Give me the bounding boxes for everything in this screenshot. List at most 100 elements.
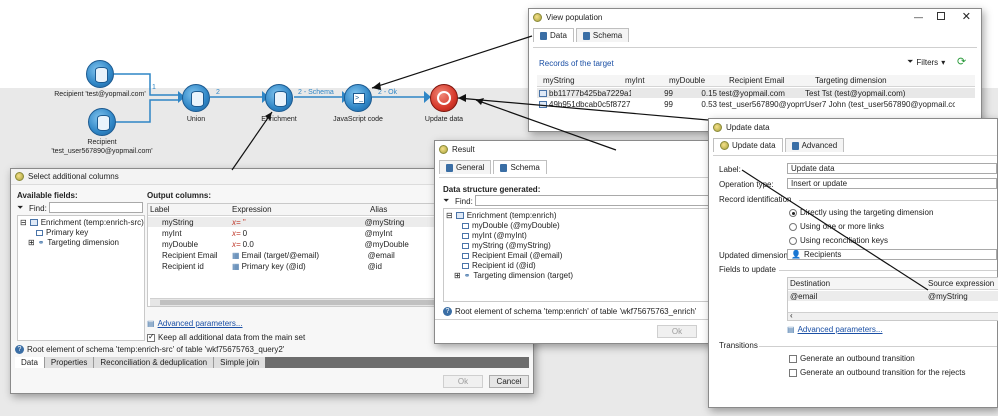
update-data-node[interactable] [430, 84, 458, 112]
cell-label: myString [162, 217, 194, 227]
keep-data-checkbox[interactable]: Keep all additional data from the main s… [147, 332, 306, 342]
radio-targeting-dimension[interactable]: Directly using the targeting dimension [789, 208, 933, 217]
find-input[interactable] [475, 195, 711, 206]
scrollbar-thumb[interactable] [160, 300, 460, 305]
update-data-label: Update data [424, 116, 464, 123]
cell-mydouble: 0.15 [701, 88, 717, 98]
tab-properties[interactable]: Properties [43, 357, 94, 368]
cell-expression: 0 [242, 228, 248, 238]
col-header-destination[interactable]: Destination [788, 279, 928, 288]
root-text: Root element of schema 'temp:enrich' of … [455, 307, 697, 316]
union-node[interactable] [182, 84, 210, 112]
column-icon [462, 252, 469, 259]
filter-icon: ⏷ [907, 57, 914, 66]
checkbox-icon [147, 332, 155, 342]
radio-links[interactable]: Using one or more links [789, 222, 884, 231]
radio-icon [789, 236, 797, 245]
tree-item-recipient-email[interactable]: Recipient Email (@email) [462, 251, 562, 260]
cell-expression: Email (target/@email) [241, 250, 320, 260]
link-label-ok: 2 - Ok [378, 89, 398, 96]
horizontal-scrollbar[interactable]: ‹ [788, 311, 998, 320]
table-row[interactable]: bb11777b425ba7229a1... 99 0.15 test@yopm… [537, 88, 975, 98]
scroll-left-icon[interactable]: ‹ [790, 311, 793, 320]
label-input[interactable]: Update data [787, 163, 997, 174]
table-icon [455, 212, 464, 219]
tree-item-enrichment[interactable]: ⊟ Enrichment (temp:enrich-src) [20, 218, 144, 227]
maximize-icon[interactable] [937, 12, 945, 20]
column-icon [462, 242, 469, 249]
recipient-query-node-2[interactable] [88, 108, 116, 136]
outbound-transition-checkbox[interactable]: Generate an outbound transition [789, 354, 915, 363]
tree-item-mystring[interactable]: myString (@myString) [462, 241, 551, 250]
chevron-down-icon: ▾ [941, 57, 946, 67]
tab-schema[interactable]: Schema [575, 28, 630, 42]
expand-icon: ⊞ [28, 238, 35, 247]
col-header-mystring[interactable]: myString [537, 76, 625, 85]
tree-label: myString (@myString) [472, 241, 551, 250]
tree-item-primary-key[interactable]: Primary key [36, 228, 88, 237]
enrichment-node[interactable] [265, 84, 293, 112]
tree-item-mydouble[interactable]: myDouble (@myDouble) [462, 221, 560, 230]
collapse-icon: ⊟ [446, 211, 453, 220]
col-header-source[interactable]: Source expression [928, 279, 998, 288]
tree-item-enrichment[interactable]: ⊟ Enrichment (temp:enrich) [446, 211, 557, 220]
result-window: Result General Schema Data structure gen… [434, 140, 718, 344]
filter-icon[interactable]: ⏷ [443, 196, 449, 206]
cell-mystring: 49b951dbcab0c5f8727... [549, 99, 631, 109]
tree-item-myint[interactable]: myInt (@myInt) [462, 231, 527, 240]
advanced-parameters-link[interactable]: ▤ Advanced parameters... [147, 319, 243, 328]
checkbox-icon [789, 368, 797, 377]
tree-item-targeting-dimension[interactable]: ⊞ ⚭ Targeting dimension (target) [454, 271, 573, 280]
records-subtitle: Records of the target [539, 59, 614, 68]
refresh-icon[interactable]: ⟳ [957, 55, 966, 68]
col-header-targeting-dimension[interactable]: Targeting dimension [815, 76, 935, 85]
filters-button[interactable]: ⏷ Filters ▾ [907, 57, 945, 67]
cell-expression: '' [242, 217, 246, 227]
tab-data[interactable]: Data [533, 28, 574, 42]
ok-button[interactable]: Ok [443, 375, 483, 388]
result-title: Result [452, 144, 475, 154]
tree-label: Enrichment (temp:enrich-src) [40, 218, 144, 227]
find-input[interactable] [49, 202, 143, 213]
filter-icon[interactable]: ⏷ [17, 203, 23, 213]
tab-simple-join[interactable]: Simple join [213, 357, 266, 368]
table-row[interactable]: @email @myString [788, 291, 998, 301]
output-columns-label: Output columns: [147, 191, 211, 200]
updated-dimension-label: Updated dimension: [719, 251, 791, 260]
label-field-label: Label: [719, 165, 741, 174]
tab-advanced[interactable]: Advanced [784, 138, 845, 152]
tab-schema[interactable]: Schema [493, 160, 547, 174]
col-header-expression[interactable]: Expression [232, 205, 370, 214]
updated-dimension-select[interactable]: 👤 Recipients [787, 249, 997, 260]
tree-item-recipient-id[interactable]: Recipient id (@id) [462, 261, 536, 270]
col-header-recipient-email[interactable]: Recipient Email [729, 76, 815, 85]
cell-expression: 0.0 [242, 239, 254, 249]
tab-update-data[interactable]: Update data [713, 138, 783, 152]
tab-data[interactable]: Data [15, 357, 44, 368]
tab-reconciliation[interactable]: Reconciliation & deduplication [93, 357, 214, 368]
view-population-window: View population — ✕ Data Schema Records … [528, 8, 982, 132]
operation-type-select[interactable]: Insert or update [787, 178, 997, 189]
link-label-2: 2 [216, 89, 220, 96]
tab-general[interactable]: General [439, 160, 492, 174]
expression-icon: x= [232, 239, 241, 249]
ok-button[interactable]: Ok [657, 325, 697, 338]
advanced-parameters-link[interactable]: ▤ Advanced parameters... [787, 325, 883, 334]
link-icon: ⚭ [37, 238, 45, 247]
col-header-mydouble[interactable]: myDouble [669, 76, 729, 85]
recipient-query-node-1[interactable] [86, 60, 114, 88]
col-header-label[interactable]: Label [148, 205, 232, 214]
select-columns-title: Select additional columns [28, 172, 119, 181]
minimize-icon[interactable]: — [914, 12, 923, 22]
cancel-button[interactable]: Cancel [489, 375, 529, 388]
javascript-node[interactable]: >_ [344, 84, 372, 112]
tree-item-targeting-dimension[interactable]: ⊞ ⚭ Targeting dimension [28, 238, 119, 247]
col-header-myint[interactable]: myInt [625, 76, 669, 85]
schema-tree: ⊟ Enrichment (temp:enrich) myDouble (@myD… [443, 208, 711, 302]
radio-reconciliation[interactable]: Using reconciliation keys [789, 236, 888, 245]
table-row[interactable]: 49b951dbcab0c5f8727... 99 0.53 test_user… [537, 99, 975, 109]
rejects-transition-checkbox[interactable]: Generate an outbound transition for the … [789, 368, 965, 377]
script-icon: >_ [353, 93, 365, 104]
keep-data-label: Keep all additional data from the main s… [158, 333, 306, 342]
close-icon[interactable]: ✕ [962, 10, 971, 23]
